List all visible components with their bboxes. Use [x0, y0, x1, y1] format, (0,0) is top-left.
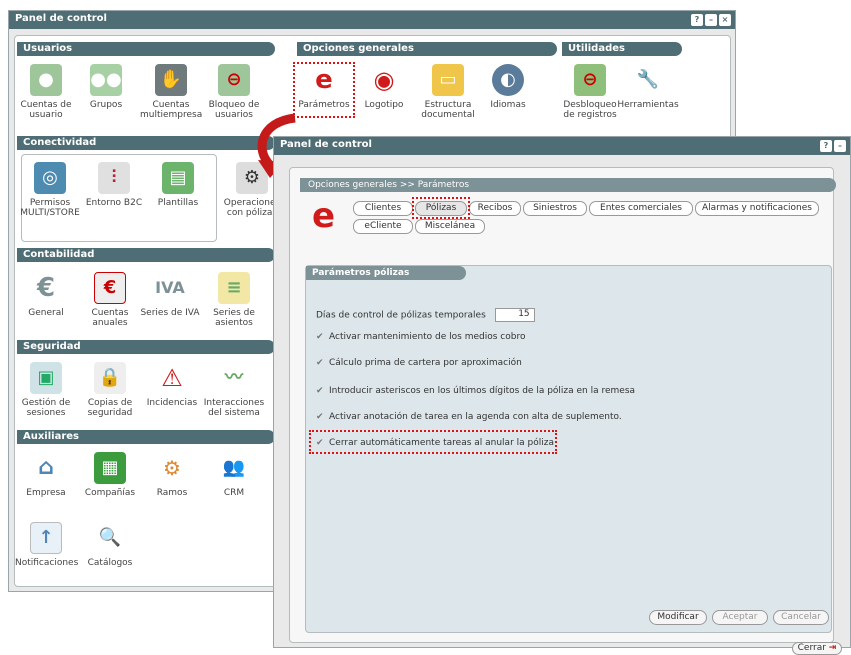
estructura-documental-item[interactable]: ▭ Estructura documental: [417, 64, 479, 120]
parametros-polizas-panel: Parámetros pólizas Días de control de pó…: [305, 265, 832, 633]
incidencias-item[interactable]: ⚠ Incidencias: [141, 362, 203, 408]
tab-ecliente[interactable]: eCliente: [353, 219, 413, 234]
breadcrumb: Opciones generales >> Parámetros: [300, 178, 836, 192]
empresa-item[interactable]: ⌂ Empresa: [15, 452, 77, 499]
grupos-item[interactable]: ●● Grupos: [75, 64, 137, 110]
section-utilidades: Utilidades: [562, 42, 682, 56]
copias-seguridad-item[interactable]: 🔒 Copias de seguridad: [79, 362, 141, 418]
window-titlebar: Panel de control ? – ×: [9, 11, 735, 29]
subpanel-title: Parámetros pólizas: [306, 266, 466, 280]
tab-recibos[interactable]: Recibos: [469, 201, 521, 216]
cuentas-multiempresa-item[interactable]: ✋ Cuentas multiempresa: [140, 64, 202, 120]
parametros-window: Panel de control ? – Opciones generales …: [273, 136, 851, 648]
exit-icon: ⇥: [828, 643, 837, 653]
euro-icon: €: [36, 273, 56, 303]
desbloqueo-registros-item[interactable]: ⊖ Desbloqueo de registros: [559, 64, 621, 120]
sliders-icon: ⫶: [98, 162, 130, 194]
upload-doc-icon: ↑: [30, 522, 62, 554]
option-row[interactable]: ✔ Activar mantenimiento de los medios cob…: [316, 332, 525, 342]
option-row[interactable]: ✔ Cálculo prima de cartera por aproximaci…: [316, 358, 522, 368]
window-title: Panel de control: [15, 13, 107, 24]
warning-icon: ⚠: [161, 364, 183, 392]
window2-titlebar: Panel de control ? –: [274, 137, 850, 155]
checkbox-icon[interactable]: ✔: [316, 332, 325, 342]
modificar-button[interactable]: Modificar: [649, 610, 707, 625]
checkbox-icon[interactable]: ✔: [316, 412, 325, 422]
crm-item[interactable]: 👥 CRM: [203, 452, 265, 499]
group-icon: ●●: [90, 64, 122, 96]
tab-alarmas-notificaciones[interactable]: Alarmas y notificaciones: [695, 201, 819, 216]
people-icon: 👥: [222, 457, 246, 478]
section-auxiliares: Auxiliares: [17, 430, 275, 444]
cerrar-tareas-highlight: [309, 430, 557, 454]
series-iva-item[interactable]: IVA Series de IVA: [139, 272, 201, 319]
ramos-item[interactable]: ⚙ Ramos: [141, 452, 203, 498]
ledger-icon: €: [94, 272, 126, 304]
section-conectividad: Conectividad: [17, 136, 275, 150]
minimize-icon[interactable]: –: [705, 14, 717, 26]
handshake-icon: ✋: [155, 64, 187, 96]
cancelar-button[interactable]: Cancelar: [773, 610, 829, 625]
logo-icon: ◉: [373, 66, 395, 94]
plantillas-item[interactable]: ▤ Plantillas: [147, 162, 209, 208]
table-unlock-icon: ⊖: [574, 64, 606, 96]
user-icon: ●: [30, 64, 62, 96]
e-logo-icon: e: [312, 196, 336, 236]
building-icon: ▦: [94, 452, 126, 484]
window2-title: Panel de control: [280, 139, 372, 150]
permisos-multistore-item[interactable]: ◎ Permisos MULTI/STORE: [19, 162, 81, 218]
close-icon[interactable]: ×: [719, 14, 731, 26]
tab-entes-comerciales[interactable]: Entes comerciales: [589, 201, 693, 216]
entorno-b2c-item[interactable]: ⫶ Entorno B2C: [83, 162, 145, 208]
house-icon: ⌂: [38, 455, 54, 480]
tab-clientes[interactable]: Clientes: [353, 201, 413, 216]
gestion-sesiones-item[interactable]: ▣ Gestión de sesiones: [15, 362, 77, 418]
option-row[interactable]: ✔ Activar anotación de tarea en la agenda…: [316, 412, 622, 422]
user-block-icon: ⊖: [218, 64, 250, 96]
dias-label: Días de control de pólizas temporales: [316, 310, 486, 321]
section-opciones-generales: Opciones generales: [297, 42, 557, 56]
aceptar-button[interactable]: Aceptar: [712, 610, 768, 625]
activity-icon: 〰: [225, 367, 243, 388]
iva-icon: IVA: [155, 278, 185, 297]
interacciones-sistema-item[interactable]: 〰 Interacciones del sistema: [203, 362, 265, 419]
tab-siniestros[interactable]: Siniestros: [523, 201, 587, 216]
herramientas-item[interactable]: 🔧 Herramientas: [617, 64, 679, 111]
idiomas-item[interactable]: ◐ Idiomas: [477, 64, 539, 110]
catalogos-item[interactable]: 🔍 Catálogos: [79, 522, 141, 569]
cuentas-anuales-item[interactable]: € Cuentas anuales: [79, 272, 141, 328]
cuentas-usuario-item[interactable]: ● Cuentas de usuario: [15, 64, 77, 120]
dias-control-row: Días de control de pólizas temporales 15: [316, 308, 535, 322]
checkbox-icon[interactable]: ✔: [316, 386, 325, 396]
companias-item[interactable]: ▦ Compañías: [79, 452, 141, 498]
help-icon[interactable]: ?: [820, 140, 832, 152]
monitor-icon: ▣: [30, 362, 62, 394]
minimize-icon[interactable]: –: [834, 140, 846, 152]
clipboard-icon: ▤: [162, 162, 194, 194]
list-icon: ≡: [218, 272, 250, 304]
dias-input[interactable]: 15: [494, 308, 535, 322]
eye-icon: ◎: [34, 162, 66, 194]
section-contabilidad: Contabilidad: [17, 248, 275, 262]
section-seguridad: Seguridad: [17, 340, 275, 354]
option-row[interactable]: ✔ Introducir asteriscos en los últimos dí…: [316, 386, 635, 396]
polizas-tab-highlight: [412, 197, 470, 219]
section-usuarios: Usuarios: [17, 42, 275, 56]
notificaciones-item[interactable]: ↑ Notificaciones: [15, 522, 78, 568]
series-asientos-item[interactable]: ≡ Series de asientos: [203, 272, 265, 328]
general-item[interactable]: € General: [15, 272, 77, 318]
help-icon[interactable]: ?: [691, 14, 703, 26]
gears-icon: ⚙: [163, 456, 181, 480]
lock-doc-icon: 🔒: [94, 362, 126, 394]
tab-miscelanea[interactable]: Miscelánea: [415, 219, 485, 234]
globe-icon: ◐: [492, 64, 524, 96]
folder-icon: ▭: [432, 64, 464, 96]
cerrar-button[interactable]: Cerrar ⇥: [792, 642, 842, 655]
parametros-panel: Opciones generales >> Parámetros e Clien…: [289, 167, 836, 643]
wrench-icon: 🔧: [636, 69, 660, 90]
search-doc-icon: 🔍: [98, 527, 122, 548]
checkbox-icon[interactable]: ✔: [316, 358, 325, 368]
logotipo-item[interactable]: ◉ Logotipo: [353, 64, 415, 110]
